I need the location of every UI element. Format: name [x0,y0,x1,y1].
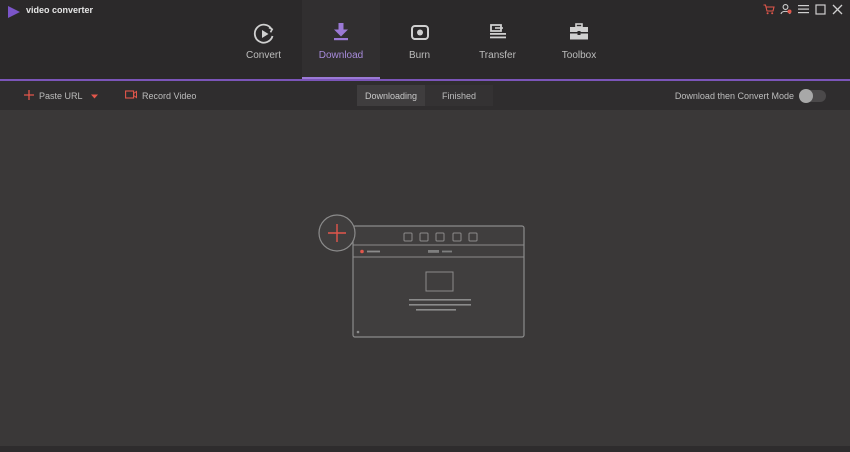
app-window: video converter Convert Download Burn Tr… [0,0,850,452]
video-camera-icon [125,90,137,101]
tab-convert[interactable]: Convert [225,0,302,79]
tab-download-label: Download [318,50,364,61]
close-icon[interactable] [830,2,844,16]
record-video-label: Record Video [142,90,197,101]
add-download-browser-icon[interactable] [316,212,528,347]
tab-finished[interactable]: Finished [425,85,493,106]
title-bar: video converter Convert Download Burn Tr… [0,0,850,79]
convert-mode-control: Download then Convert Mode [675,81,826,110]
tab-downloading[interactable]: Downloading [357,85,425,106]
download-toolbar: Paste URL Record Video Downloading Finis… [0,81,850,110]
account-icon[interactable] [779,2,793,16]
tab-burn[interactable]: Burn [380,0,459,79]
toolbox-icon [568,23,590,46]
download-status-tabs: Downloading Finished [357,85,493,106]
convert-mode-label: Download then Convert Mode [674,90,794,101]
record-video-button[interactable]: Record Video [125,81,196,110]
chevron-down-icon[interactable] [90,91,98,101]
main-nav: Convert Download Burn Transfer Toolbox [225,0,622,79]
tab-convert-label: Convert [245,50,281,61]
toggle-knob [799,88,813,103]
tab-burn-label: Burn [408,50,431,61]
status-bar [0,446,850,452]
play-triangle-icon [7,5,21,23]
app-title: video converter [26,5,94,15]
burn-disc-icon [410,23,429,46]
transfer-icon [487,23,509,46]
convert-mode-toggle[interactable] [799,88,826,103]
tab-download[interactable]: Download [302,0,380,79]
paste-url-button[interactable]: Paste URL [24,81,98,110]
convert-play-icon [253,23,275,50]
plus-icon [24,89,34,102]
tab-toolbox[interactable]: Toolbox [536,0,622,79]
paste-url-label: Paste URL [39,90,83,101]
maximize-icon[interactable] [813,2,827,16]
window-controls [762,2,844,16]
cart-icon[interactable] [762,2,776,16]
tab-transfer-label: Transfer [479,50,516,61]
tab-toolbox-label: Toolbox [561,50,597,61]
tab-transfer[interactable]: Transfer [459,0,536,79]
menu-icon[interactable] [796,2,810,16]
download-arrow-icon [333,23,349,46]
